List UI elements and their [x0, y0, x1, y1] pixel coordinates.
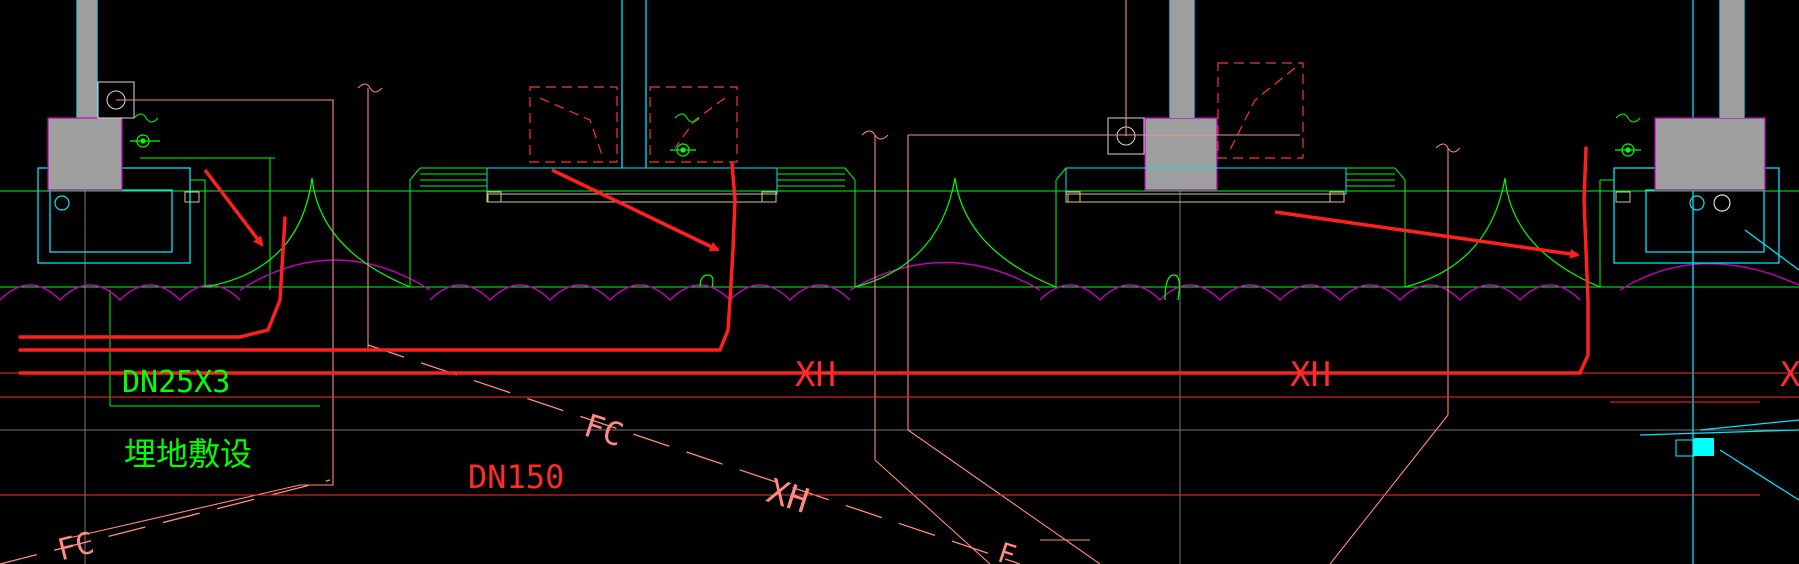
dn25-label: DN25X3	[122, 365, 230, 400]
leader-lines	[59, 0, 1449, 564]
dn150-label: DN150	[468, 458, 564, 496]
xh-label-1: XH	[795, 355, 836, 395]
hydrant-box-icon[interactable]	[97, 81, 1145, 155]
door-swings	[204, 177, 1601, 301]
arrow-icon	[203, 168, 1580, 259]
buried-label: 埋地敷设	[124, 435, 252, 473]
xh-label-2: XH	[1290, 355, 1331, 395]
fc-label-2: FC	[54, 526, 98, 564]
cyan-equipment	[1675, 438, 1714, 457]
valve-icon[interactable]	[54, 134, 1731, 212]
xh-label-3: XH	[762, 471, 813, 522]
green-reference-lines	[0, 157, 1799, 407]
hydrant-pipes-thin	[0, 372, 1799, 496]
columns	[47, 0, 1766, 191]
cad-drawing-canvas[interactable]: DN25X3 埋地敷设 DN150 XH XH XH X FC FC F	[0, 0, 1799, 564]
hydrant-main-pipes	[18, 146, 1590, 375]
fc-label-1: FC	[580, 406, 628, 454]
fc-label-3: F	[994, 536, 1020, 564]
walls	[37, 0, 1799, 564]
break-line-icon	[133, 83, 1641, 153]
xh-label-edge: X	[1780, 355, 1799, 395]
